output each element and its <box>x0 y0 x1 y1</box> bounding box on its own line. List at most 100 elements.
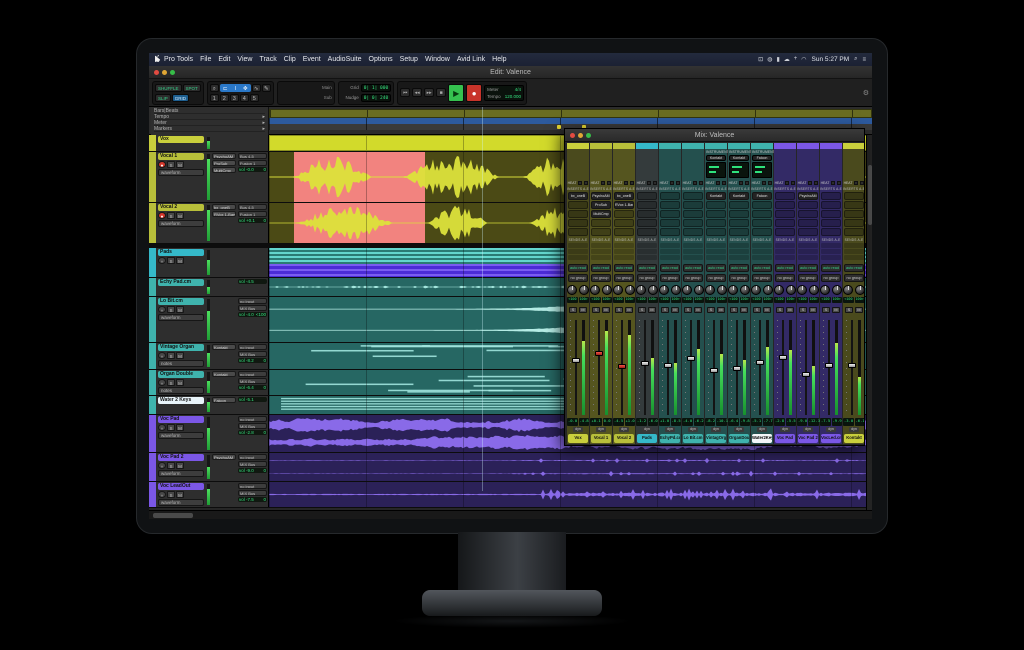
solo-button[interactable]: S <box>167 257 175 264</box>
automation-mode[interactable]: auto read <box>568 264 588 272</box>
pan-knob-left[interactable] <box>705 285 715 295</box>
nudge-value[interactable]: 0| 0| 240 <box>361 94 391 102</box>
group-assignment[interactable]: no group <box>798 274 818 282</box>
track-name[interactable]: Voc Pad 2 <box>158 454 204 461</box>
insert-slot[interactable] <box>729 210 749 218</box>
pan-knob-left[interactable] <box>659 285 669 295</box>
insert-slot[interactable] <box>568 210 588 218</box>
fader-handle[interactable] <box>825 363 833 368</box>
automation-mode[interactable]: auto read <box>752 264 772 272</box>
insert-plugin[interactable]: Kontakt <box>212 371 236 377</box>
mute-button[interactable]: M <box>832 307 840 313</box>
edit-window-titlebar[interactable]: Edit: Valence <box>149 66 872 79</box>
group-assignment[interactable]: no group <box>821 274 841 282</box>
mixer-channel-strip[interactable]: INSTRUMENT HEAT INSERTS A-E bx_oneB SEND… <box>567 143 589 444</box>
io-assignment[interactable]: Bus 4-5 <box>238 153 267 159</box>
solo-button[interactable]: S <box>776 307 784 313</box>
group-assignment[interactable]: no group <box>568 274 588 282</box>
menu-item[interactable]: AudioSuite <box>328 56 362 63</box>
dyn-button[interactable]: dyn <box>711 427 721 432</box>
insert-slot[interactable] <box>683 210 703 218</box>
io-assignment[interactable]: MIX Bus <box>238 378 267 384</box>
insert-slot[interactable] <box>660 201 680 209</box>
insert-slot[interactable]: PsychoAM <box>798 192 818 200</box>
track-name[interactable]: Organ Double <box>158 371 204 378</box>
mute-button[interactable]: M <box>176 306 184 313</box>
automation-mode[interactable]: auto read <box>660 264 680 272</box>
solo-button[interactable]: S <box>661 307 669 313</box>
io-assignment[interactable]: no input <box>238 344 267 350</box>
mixer-channel-strip[interactable]: INSTRUMENT HEAT INSERTS A-E PsychoAM SEN… <box>797 143 819 444</box>
rewind-button[interactable]: ◂◂ <box>412 88 422 97</box>
track-view-selector[interactable]: waveform <box>158 432 204 439</box>
heat-section[interactable]: HEAT <box>751 179 773 187</box>
mute-button[interactable]: M <box>671 307 679 313</box>
pan-knob-right[interactable] <box>671 285 681 295</box>
insert-slot[interactable] <box>775 201 795 209</box>
record-enable-button[interactable]: ● <box>158 257 166 264</box>
spotlight-icon[interactable]: ⌕ <box>854 56 857 63</box>
heat-section[interactable]: HEAT <box>567 179 589 187</box>
bars-ruler[interactable] <box>269 109 872 118</box>
channel-name-plate[interactable]: Vocal 2 <box>614 434 634 443</box>
group-assignment[interactable]: no group <box>683 274 703 282</box>
io-assignment[interactable]: Fusion 1 <box>238 160 267 166</box>
insert-slot[interactable] <box>614 210 634 218</box>
track-name[interactable]: Vocal 2 <box>158 204 204 211</box>
mute-button[interactable]: M <box>809 307 817 313</box>
mute-button[interactable]: M <box>176 491 184 498</box>
insert-slot[interactable] <box>660 210 680 218</box>
heat-section[interactable]: HEAT <box>590 179 612 187</box>
insert-slot[interactable] <box>568 201 588 209</box>
fader-handle[interactable] <box>733 366 741 371</box>
insert-slot[interactable] <box>798 201 818 209</box>
channel-name-plate[interactable]: Voc Pad <box>775 434 795 443</box>
automation-mode[interactable]: auto read <box>614 264 634 272</box>
dyn-button[interactable]: dyn <box>619 427 629 432</box>
solo-button[interactable]: S <box>799 307 807 313</box>
pan-knob-right[interactable] <box>648 285 658 295</box>
insert-slot[interactable] <box>637 201 657 209</box>
zoom-preset-1[interactable]: 1 <box>210 94 219 102</box>
edit-mode-grid[interactable]: GRID <box>172 94 189 102</box>
instrument-plugin[interactable]: Kontakt <box>706 155 726 161</box>
channel-name-plate[interactable]: OrganDoubl <box>729 434 749 443</box>
insert-slot[interactable] <box>821 219 841 227</box>
menu-item[interactable]: Setup <box>400 56 418 63</box>
dyn-button[interactable]: dyn <box>642 427 652 432</box>
solo-button[interactable]: S <box>167 161 175 168</box>
insert-slot[interactable] <box>568 219 588 227</box>
pan-knob-right[interactable] <box>740 285 750 295</box>
solo-button[interactable]: S <box>845 307 853 313</box>
heat-section[interactable]: HEAT <box>659 179 681 187</box>
window-controls[interactable] <box>154 70 175 75</box>
heat-section[interactable]: HEAT <box>682 179 704 187</box>
mixer-channel-strip[interactable]: INSTRUMENT HEAT INSERTS A-E SENDS A-E au… <box>843 143 864 444</box>
insert-plugin[interactable]: RVox 1-Band <box>212 211 236 217</box>
insert-plugin[interactable]: Falcon <box>212 397 236 403</box>
pencil-tool[interactable]: ✎ <box>262 84 271 92</box>
insert-slot[interactable] <box>844 192 864 200</box>
insert-slot[interactable] <box>614 219 634 227</box>
insert-slot[interactable] <box>798 210 818 218</box>
insert-slot[interactable] <box>821 192 841 200</box>
heat-section[interactable]: HEAT <box>797 179 819 187</box>
channel-name-plate[interactable]: Lo Bit.cm <box>683 434 703 443</box>
solo-button[interactable]: S <box>167 306 175 313</box>
insert-slot[interactable] <box>683 228 703 236</box>
dyn-button[interactable]: dyn <box>734 427 744 432</box>
record-enable-button[interactable]: ● <box>158 306 166 313</box>
fader-handle[interactable] <box>595 351 603 356</box>
pan-knob-right[interactable] <box>855 285 864 295</box>
track-name[interactable]: Lo Bit.cm <box>158 298 204 305</box>
insert-slot[interactable]: Falcon <box>752 192 772 200</box>
mute-button[interactable]: M <box>176 257 184 264</box>
fader-handle[interactable] <box>802 372 810 377</box>
close-icon[interactable] <box>154 70 159 75</box>
insert-slot[interactable] <box>752 219 772 227</box>
insert-slot[interactable]: PsychoAM <box>591 192 611 200</box>
io-assignment[interactable]: no input <box>238 371 267 377</box>
solo-button[interactable]: S <box>167 491 175 498</box>
solo-button[interactable]: S <box>707 307 715 313</box>
mute-button[interactable]: M <box>648 307 656 313</box>
